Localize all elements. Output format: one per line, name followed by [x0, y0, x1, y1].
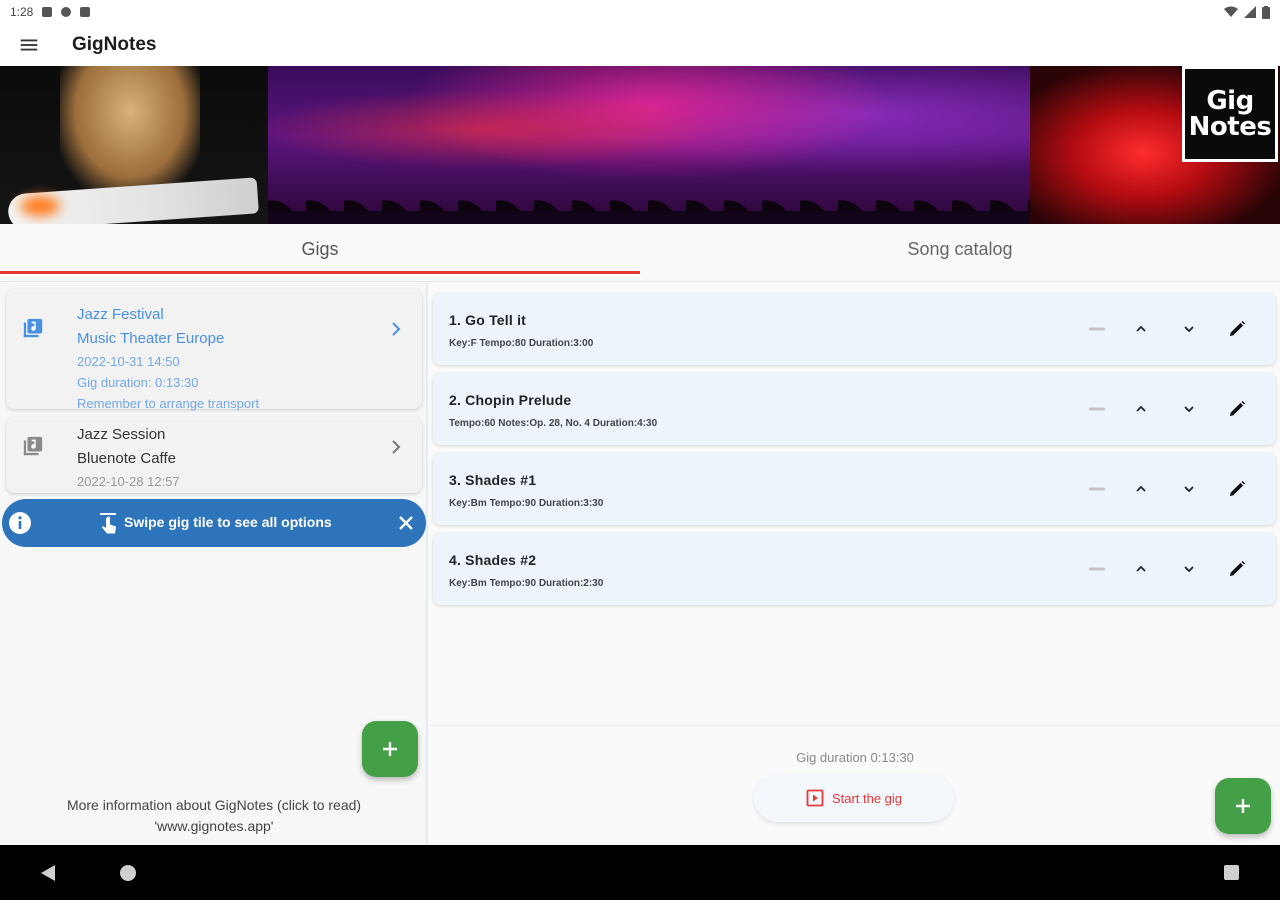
- remove-icon[interactable]: [1087, 559, 1107, 579]
- song-details: Key:Bm Tempo:90 Duration:2:30: [449, 578, 604, 589]
- swipe-hint-banner: Swipe gig tile to see all options: [2, 499, 426, 547]
- move-up-icon[interactable]: [1131, 399, 1151, 419]
- remove-icon[interactable]: [1087, 319, 1107, 339]
- song-item[interactable]: 4. Shades #2 Key:Bm Tempo:90 Duration:2:…: [433, 533, 1276, 605]
- battery-icon: [1262, 5, 1270, 19]
- wifi-icon: [1224, 6, 1238, 17]
- gignotes-logo: Gig Notes: [1182, 66, 1278, 162]
- add-song-button[interactable]: [1215, 778, 1271, 834]
- home-icon[interactable]: [120, 865, 136, 881]
- edit-pencil-icon[interactable]: [1227, 399, 1247, 419]
- gig-venue: Bluenote Caffe: [77, 450, 176, 467]
- move-down-icon[interactable]: [1179, 319, 1199, 339]
- song-details: Tempo:60 Notes:Op. 28, No. 4 Duration:4:…: [449, 418, 658, 429]
- music-library-icon: [23, 436, 43, 456]
- app-title: GigNotes: [72, 34, 157, 55]
- menu-button[interactable]: [0, 24, 58, 66]
- plus-icon: [383, 742, 397, 756]
- tab-indicator: [0, 271, 640, 274]
- move-up-icon[interactable]: [1131, 479, 1151, 499]
- song-title: 3. Shades #1: [449, 472, 537, 488]
- move-down-icon[interactable]: [1179, 479, 1199, 499]
- status-bar: 1:28: [0, 0, 1280, 24]
- swipe-hint-text: Swipe gig tile to see all options: [124, 514, 332, 530]
- gig-title: Jazz Festival: [77, 306, 164, 323]
- tab-song-catalog[interactable]: Song catalog: [640, 224, 1280, 274]
- back-icon[interactable]: [40, 864, 56, 882]
- app-bar: GigNotes: [0, 24, 1280, 66]
- chevron-right-icon: [392, 440, 401, 454]
- notification-icon: [42, 7, 53, 17]
- move-down-icon[interactable]: [1179, 399, 1199, 419]
- close-icon[interactable]: [396, 513, 416, 533]
- edit-pencil-icon[interactable]: [1227, 319, 1247, 339]
- chevron-right-icon: [392, 322, 401, 336]
- gig-datetime: 2022-10-28 12:57: [77, 474, 180, 489]
- remove-icon[interactable]: [1087, 479, 1107, 499]
- more-info-link[interactable]: More information about GigNotes (click t…: [0, 795, 428, 837]
- play-box-icon: [806, 789, 824, 807]
- gig-datetime: 2022-10-31 14:50: [77, 354, 180, 369]
- setlist-pane: 1. Go Tell it Key:F Tempo:80 Duration:3:…: [430, 283, 1280, 845]
- guitarist-photo: [0, 66, 268, 224]
- gig-title: Jazz Session: [77, 426, 166, 443]
- system-navigation-bar: [0, 845, 1280, 900]
- hamburger-menu-icon: [20, 39, 38, 51]
- setlist-footer: Gig duration 0:13:30 Start the gig: [430, 725, 1280, 845]
- song-details: Key:Bm Tempo:90 Duration:3:30: [449, 498, 604, 509]
- song-title: 4. Shades #2: [449, 552, 537, 568]
- gig-card-jazz-festival[interactable]: Jazz Festival Music Theater Europe 2022-…: [6, 289, 422, 411]
- tab-gigs[interactable]: Gigs: [0, 224, 640, 274]
- move-up-icon[interactable]: [1131, 319, 1151, 339]
- remove-icon[interactable]: [1087, 399, 1107, 419]
- sd-card-icon: [80, 7, 91, 17]
- more-info-text: More information about GigNotes (click t…: [66, 797, 362, 813]
- move-down-icon[interactable]: [1179, 559, 1199, 579]
- gig-venue: Music Theater Europe: [77, 330, 225, 347]
- info-icon: [9, 512, 31, 534]
- tab-song-catalog-label: Song catalog: [907, 238, 1013, 259]
- song-item[interactable]: 1. Go Tell it Key:F Tempo:80 Duration:3:…: [433, 293, 1276, 365]
- tab-bar: Gigs Song catalog: [0, 224, 1280, 282]
- gig-list-pane: Jazz Festival Music Theater Europe 2022-…: [0, 283, 428, 845]
- gig-note: Remember to arrange transport: [77, 396, 260, 411]
- more-info-url: 'www.gignotes.app': [154, 818, 274, 834]
- gig-duration: Gig duration: 0:13:30: [77, 375, 199, 390]
- gig-card-jazz-session[interactable]: Jazz Session Bluenote Caffe 2022-10-28 1…: [6, 417, 422, 493]
- plus-icon: [1236, 799, 1250, 813]
- add-gig-button[interactable]: [362, 721, 418, 777]
- recent-apps-icon[interactable]: [1224, 865, 1239, 880]
- move-up-icon[interactable]: [1131, 559, 1151, 579]
- header-banner-image: Gig Notes: [0, 66, 1280, 224]
- start-gig-label: Start the gig: [831, 790, 903, 806]
- song-title: 2. Chopin Prelude: [449, 392, 572, 408]
- total-gig-duration: Gig duration 0:13:30: [796, 750, 914, 765]
- swipe-hand-icon: [100, 513, 116, 534]
- tab-gigs-label: Gigs: [301, 238, 339, 259]
- song-item[interactable]: 3. Shades #1 Key:Bm Tempo:90 Duration:3:…: [433, 453, 1276, 525]
- edit-pencil-icon[interactable]: [1227, 479, 1247, 499]
- song-item[interactable]: 2. Chopin Prelude Tempo:60 Notes:Op. 28,…: [433, 373, 1276, 445]
- song-title: 1. Go Tell it: [449, 312, 527, 328]
- status-time: 1:28: [10, 5, 34, 19]
- sync-icon: [61, 7, 72, 17]
- edit-pencil-icon[interactable]: [1227, 559, 1247, 579]
- music-library-icon: [23, 318, 43, 338]
- start-gig-button[interactable]: Start the gig: [754, 774, 954, 822]
- song-details: Key:F Tempo:80 Duration:3:00: [449, 338, 594, 349]
- signal-icon: [1244, 6, 1256, 18]
